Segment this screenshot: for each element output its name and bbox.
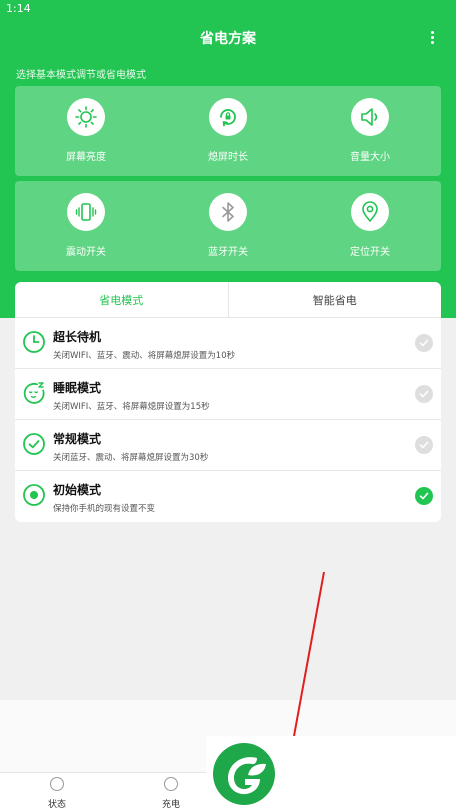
tile-vibrate[interactable]: 震动开关 (15, 181, 157, 271)
mode-desc: 关闭WIFI、蓝牙、将屏幕熄屏设置为15秒 (53, 402, 210, 412)
more-dot (430, 40, 434, 44)
location-icon (351, 193, 389, 231)
quick-settings-panel-1: 屏幕亮度 熄屏时长 音量大小 (15, 86, 441, 176)
tile-brightness[interactable]: 屏幕亮度 (15, 86, 157, 176)
mode-row-ultra-standby[interactable]: 超长待机 关闭WIFI、蓝牙、震动、将屏幕熄屏设置为10秒 (15, 318, 441, 369)
quick-settings-panel-2: 震动开关 蓝牙开关 定位开关 (15, 181, 441, 271)
tile-volume[interactable]: 音量大小 (299, 86, 441, 176)
vibrate-icon (67, 193, 105, 231)
check-circle-icon (22, 432, 46, 456)
hint-text: 选择基本模式调节或省电模式 (16, 70, 146, 81)
status-icon (50, 777, 64, 791)
mode-title: 初始模式 (53, 483, 102, 497)
mode-desc: 保持你手机的现有设置不变 (53, 504, 156, 514)
clock-icon (22, 330, 46, 354)
tile-label: 屏幕亮度 (66, 152, 106, 163)
nav-label: 充电 (161, 800, 180, 810)
check-icon[interactable] (415, 436, 433, 454)
tile-location[interactable]: 定位开关 (299, 181, 441, 271)
mode-desc: 关闭蓝牙、震动、将屏幕熄屏设置为30秒 (53, 453, 209, 463)
mode-title: 超长待机 (53, 330, 102, 344)
tab-smart-saving[interactable]: 智能省电 (227, 282, 442, 317)
nav-item-charge[interactable]: 充电 (141, 777, 201, 810)
tile-label: 定位开关 (350, 247, 390, 258)
check-icon[interactable] (415, 385, 433, 403)
mode-row-initial[interactable]: 初始模式 保持你手机的现有设置不变 (15, 471, 441, 522)
radio-dot-icon (22, 483, 46, 507)
tile-label: 熄屏时长 (208, 152, 248, 163)
mode-desc: 关闭WIFI、蓝牙、震动、将屏幕熄屏设置为10秒 (53, 351, 236, 361)
sleep-face-icon (22, 381, 46, 405)
page-title: 省电方案 (200, 31, 256, 47)
tab-bar: 省电模式 智能省电 (15, 282, 441, 318)
tile-bluetooth[interactable]: 蓝牙开关 (157, 181, 299, 271)
tab-power-saving[interactable]: 省电模式 (15, 282, 228, 317)
bluetooth-icon (209, 193, 247, 231)
mode-title: 睡眠模式 (53, 381, 102, 395)
app-logo-icon[interactable] (212, 742, 276, 810)
tile-screen-timeout[interactable]: 熄屏时长 (157, 86, 299, 176)
tile-label: 震动开关 (66, 247, 106, 258)
more-menu-button[interactable] (420, 26, 444, 48)
tile-label: 蓝牙开关 (208, 247, 248, 258)
mode-row-sleep[interactable]: 睡眠模式 关闭WIFI、蓝牙、将屏幕熄屏设置为15秒 (15, 369, 441, 420)
tile-label: 音量大小 (350, 152, 390, 163)
more-dot (430, 30, 434, 34)
screen-timeout-icon (209, 98, 247, 136)
speaker-icon (351, 98, 389, 136)
mode-title: 常规模式 (53, 432, 102, 446)
nav-label: 状态 (47, 800, 66, 810)
sun-icon (67, 98, 105, 136)
nav-item-status[interactable]: 状态 (27, 777, 87, 810)
status-time: 1:14 (6, 2, 31, 15)
charge-icon (164, 777, 178, 791)
mode-row-normal[interactable]: 常规模式 关闭蓝牙、震动、将屏幕熄屏设置为30秒 (15, 420, 441, 471)
check-icon[interactable] (415, 487, 433, 505)
more-dot (430, 35, 434, 39)
mode-card: 省电模式 智能省电 超长待机 关闭WIFI、蓝牙、震动、将屏幕熄屏设置为10秒 … (15, 282, 441, 522)
check-icon[interactable] (415, 334, 433, 352)
